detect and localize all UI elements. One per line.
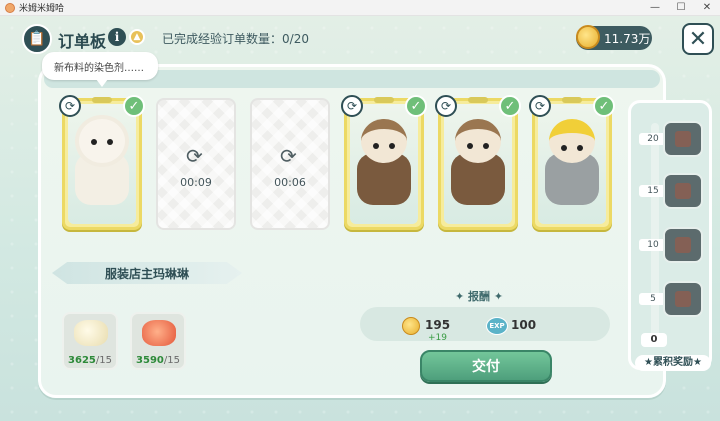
progress-value: 0/20 — [282, 32, 309, 46]
order-card-1[interactable]: ⟳ ✓ — [59, 95, 145, 230]
reward-chest-15[interactable] — [663, 173, 703, 209]
currency-value: 11.73万 — [604, 31, 651, 46]
accumulated-reward-label: ★累积奖励★ — [635, 355, 711, 371]
reward-bar — [360, 307, 610, 341]
window-controls: — ☐ ✕ — [642, 2, 720, 13]
card-tag — [374, 97, 394, 103]
upgrade-icon[interactable]: ▲ — [129, 29, 145, 45]
reward-chest-5[interactable] — [663, 281, 703, 317]
order-card-4[interactable]: ⟳ ✓ — [341, 95, 427, 230]
card-tag — [468, 97, 488, 103]
minimize-button[interactable]: — — [642, 2, 668, 13]
reward-exp-value: 100 — [511, 318, 537, 332]
refresh-icon[interactable]: ⟳ — [341, 95, 363, 117]
refresh-icon[interactable]: ⟳ — [59, 95, 81, 117]
refresh-icon[interactable]: ⟳ — [435, 95, 457, 117]
npc-name-banner: 服装店主玛琳琳 — [52, 262, 242, 284]
material-need: /15 — [163, 355, 180, 366]
order-card-3[interactable]: ⟳ 00:06 — [250, 98, 330, 230]
refresh-icon[interactable]: ⟳ — [529, 95, 551, 117]
coin-icon — [576, 25, 600, 49]
close-button[interactable]: ✕ — [682, 23, 714, 55]
knight-character — [545, 119, 599, 207]
card-tag — [92, 97, 112, 103]
refresh-icon: ⟳ — [280, 144, 297, 168]
exp-icon: EXP — [486, 317, 508, 335]
order-card-5[interactable]: ⟳ ✓ — [435, 95, 521, 230]
material-have: 3625 — [68, 355, 96, 366]
check-icon: ✓ — [499, 95, 521, 117]
reward-coin-value: 195 — [425, 318, 451, 332]
reward-track — [651, 123, 659, 341]
order-board-icon: 📋 — [22, 24, 52, 54]
reward-title: ✦ 报酬 ✦ — [455, 290, 504, 303]
page-title: 订单板 — [58, 32, 107, 51]
deliver-button[interactable]: 交付 — [420, 350, 552, 382]
order-tooltip: 新布料的染色剂…… — [42, 52, 158, 87]
refresh-icon: ⟳ — [186, 144, 203, 168]
maximize-button[interactable]: ☐ — [668, 2, 694, 13]
check-icon: ✓ — [405, 95, 427, 117]
card-tag — [562, 97, 582, 103]
app-icon — [5, 2, 15, 13]
reward-chest-20[interactable] — [663, 121, 703, 157]
sheep-character — [75, 119, 129, 207]
order-card-6[interactable]: ⟳ ✓ — [529, 95, 615, 230]
red-flower-icon — [142, 320, 176, 346]
current-progress: 0 — [641, 333, 667, 347]
check-icon: ✓ — [123, 95, 145, 117]
aviator-character — [451, 119, 505, 207]
order-timer: 00:09 — [180, 176, 212, 189]
reward-coin-bonus: +19 — [428, 333, 447, 343]
close-window-button[interactable]: ✕ — [694, 2, 720, 13]
material-have: 3590 — [136, 355, 164, 366]
info-icon[interactable]: i — [108, 28, 126, 46]
reward-chest-10[interactable] — [663, 227, 703, 263]
order-card-2[interactable]: ⟳ 00:09 — [156, 98, 236, 230]
aviator-character — [357, 119, 411, 207]
order-timer: 00:06 — [274, 176, 306, 189]
window-title: 米姆米姆哈 — [19, 4, 65, 14]
cotton-icon — [74, 320, 108, 346]
currency-display: 11.73万 — [576, 25, 652, 50]
coin-icon — [402, 317, 420, 335]
accumulated-reward-panel: 20 15 10 5 0 ★累积奖励★ — [628, 100, 712, 371]
material-slot-cotton[interactable]: 3625/15 — [62, 312, 118, 370]
progress-label: 已完成经验订单数量： — [162, 32, 283, 46]
order-progress: 已完成经验订单数量：0/20 — [162, 30, 309, 47]
material-slot-flower[interactable]: 3590/15 — [130, 312, 186, 370]
material-need: /15 — [95, 355, 112, 366]
check-icon: ✓ — [593, 95, 615, 117]
order-board-screen: 📋 订单板 i ▲ 已完成经验订单数量：0/20 11.73万 ✕ ⟳ ✓ ⟳ … — [0, 16, 720, 421]
window-titlebar: 米姆米姆哈 — ☐ ✕ — [0, 0, 720, 16]
